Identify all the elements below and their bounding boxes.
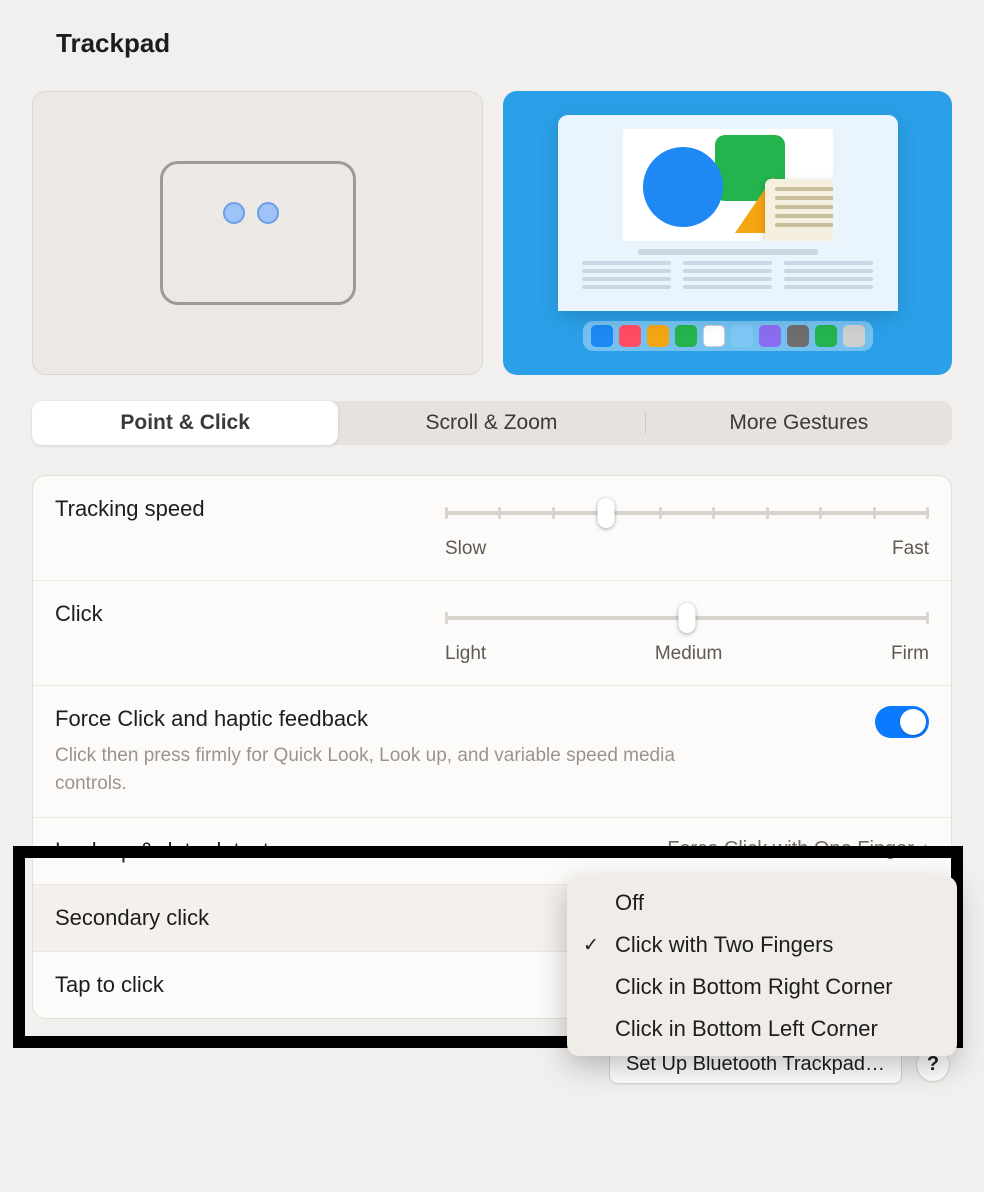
click-label: Click <box>55 601 445 627</box>
tracking-speed-slider[interactable] <box>445 502 929 524</box>
click-firm-label: Firm <box>891 643 929 665</box>
row-force-click: Force Click and haptic feedback Click th… <box>33 685 951 817</box>
click-slider[interactable] <box>445 607 929 629</box>
tab-point-and-click[interactable]: Point & Click <box>32 401 338 445</box>
lookup-label: Look up & data detectors <box>55 838 667 864</box>
row-lookup[interactable]: Look up & data detectors Force Click wit… <box>33 817 951 884</box>
demo-window-icon: ➤ <box>558 115 898 311</box>
finger-dot-icon <box>223 202 245 224</box>
tracking-speed-max-label: Fast <box>892 538 929 560</box>
lookup-value[interactable]: Force Click with One Finger ▴▾ <box>667 838 929 861</box>
menu-item[interactable]: Click in Bottom Right Corner <box>567 966 957 1008</box>
tab-scroll-and-zoom[interactable]: Scroll & Zoom <box>338 401 644 445</box>
secondary-click-menu[interactable]: OffClick with Two Fingers✓Click in Botto… <box>567 876 957 1056</box>
menu-item[interactable]: Click with Two Fingers✓ <box>567 924 957 966</box>
gesture-demo-panel: ➤ <box>503 91 952 375</box>
preview-row: ➤ <box>0 59 984 375</box>
context-menu-icon <box>765 179 833 241</box>
force-click-label: Force Click and haptic feedback <box>55 706 875 732</box>
menu-item[interactable]: Off <box>567 882 957 924</box>
row-tracking-speed: Tracking speed Slow Fast <box>33 476 951 580</box>
settings-card: Tracking speed Slow Fast Click Light Med… <box>32 475 952 1019</box>
tracking-speed-min-label: Slow <box>445 538 486 560</box>
menu-item[interactable]: Click in Bottom Left Corner <box>567 1008 957 1050</box>
force-click-toggle[interactable] <box>875 706 929 738</box>
chevron-up-down-icon: ▴▾ <box>922 842 929 858</box>
dock-icon <box>583 321 873 351</box>
tracking-speed-label: Tracking speed <box>55 496 445 522</box>
page-title: Trackpad <box>0 0 984 59</box>
row-click: Click Light Medium Firm <box>33 580 951 685</box>
checkmark-icon: ✓ <box>583 934 599 957</box>
trackpad-outline-icon <box>160 161 356 305</box>
tabs: Point & Click Scroll & Zoom More Gesture… <box>32 401 952 445</box>
tab-more-gestures[interactable]: More Gestures <box>646 401 952 445</box>
finger-dot-icon <box>257 202 279 224</box>
trackpad-preview-panel <box>32 91 483 375</box>
force-click-description: Click then press firmly for Quick Look, … <box>55 742 695 797</box>
click-light-label: Light <box>445 643 486 665</box>
click-medium-label: Medium <box>655 643 723 665</box>
